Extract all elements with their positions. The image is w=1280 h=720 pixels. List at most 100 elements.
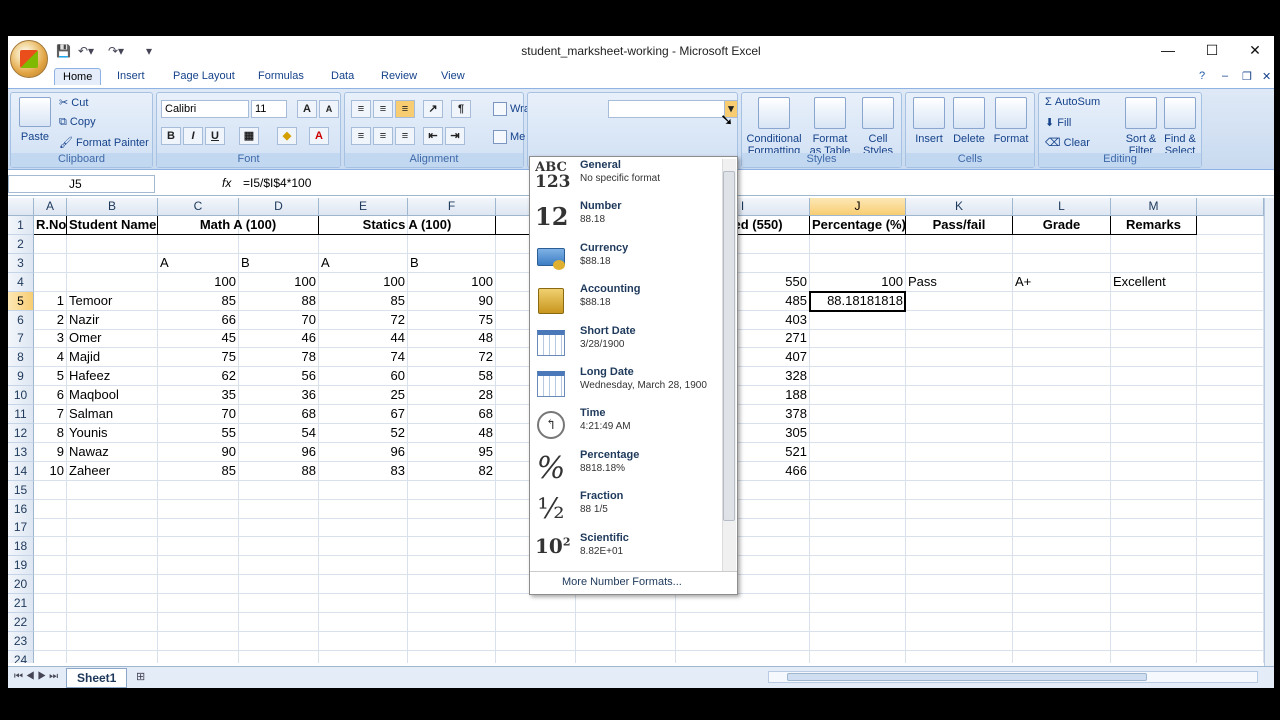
maximize-button[interactable]: ☐ — [1202, 42, 1222, 59]
student-no[interactable]: 3 — [34, 329, 67, 349]
empty-cell[interactable] — [1013, 518, 1111, 538]
percentage[interactable] — [810, 310, 906, 330]
empty-cell[interactable] — [1197, 612, 1264, 632]
empty-cell[interactable] — [158, 537, 239, 557]
empty-cell[interactable] — [34, 594, 67, 613]
empty-cell[interactable] — [319, 499, 408, 519]
empty-cell[interactable] — [1111, 310, 1197, 330]
empty-cell[interactable] — [1111, 650, 1197, 663]
student-name[interactable]: Salman — [67, 405, 158, 424]
empty-cell[interactable] — [158, 556, 239, 576]
percentage[interactable] — [810, 329, 906, 349]
insert-cells-button[interactable]: Insert — [910, 97, 948, 145]
empty-cell[interactable] — [239, 594, 319, 613]
header-statics[interactable]: Statics A (100) — [319, 216, 496, 235]
empty-cell[interactable] — [1197, 348, 1264, 368]
header-student-name[interactable]: Student Name — [67, 216, 158, 235]
empty-cell[interactable] — [1013, 442, 1111, 462]
student-name[interactable]: Omer — [67, 329, 158, 349]
student-name[interactable]: Nawaz — [67, 442, 158, 462]
empty-cell[interactable] — [1111, 367, 1197, 387]
max-marks-e[interactable]: 100 — [319, 272, 408, 292]
mark-e[interactable]: 74 — [319, 348, 408, 368]
criteria-l[interactable]: A+ — [1013, 272, 1111, 292]
empty-cell[interactable] — [1197, 442, 1264, 462]
row-header-1[interactable]: 1 — [8, 216, 34, 235]
subheader-c[interactable]: A — [158, 253, 239, 273]
empty-cell[interactable] — [906, 575, 1013, 595]
empty-cell[interactable] — [408, 650, 496, 663]
bold-button[interactable]: B — [161, 127, 181, 145]
empty-cell[interactable] — [34, 234, 67, 254]
empty-cell[interactable] — [1013, 386, 1111, 406]
empty-cell[interactable] — [319, 556, 408, 576]
increase-indent-icon[interactable]: ⇥ — [445, 127, 465, 145]
align-bottom-icon[interactable]: ≡ — [395, 100, 415, 118]
mark-c[interactable]: 85 — [158, 461, 239, 481]
max-marks-d[interactable]: 100 — [239, 272, 319, 292]
max-marks-c[interactable]: 100 — [158, 272, 239, 292]
empty-cell[interactable] — [906, 480, 1013, 500]
mark-c[interactable]: 35 — [158, 386, 239, 406]
empty-cell[interactable] — [408, 556, 496, 576]
percentage[interactable] — [810, 442, 906, 462]
row-header-6[interactable]: 6 — [8, 310, 34, 330]
font-size-combo[interactable]: 11 — [251, 100, 287, 118]
empty-cell[interactable] — [906, 329, 1013, 349]
empty-cell[interactable] — [67, 575, 158, 595]
empty-cell[interactable] — [1197, 310, 1264, 330]
delete-cells-button[interactable]: Delete — [950, 97, 988, 145]
empty-cell[interactable] — [576, 612, 676, 632]
empty-cell[interactable] — [1111, 423, 1197, 443]
text-direction-icon[interactable]: ¶ — [451, 100, 471, 118]
mark-e[interactable]: 60 — [319, 367, 408, 387]
empty-cell[interactable] — [906, 405, 1013, 424]
empty-cell[interactable] — [408, 234, 496, 254]
paste-button[interactable]: Paste — [17, 97, 53, 143]
percentage[interactable] — [810, 348, 906, 368]
empty-cell[interactable] — [319, 518, 408, 538]
mark-d[interactable]: 96 — [239, 442, 319, 462]
empty-cell[interactable] — [496, 650, 576, 663]
row-header-4[interactable]: 4 — [8, 272, 34, 292]
empty-cell[interactable] — [1111, 612, 1197, 632]
row-header-11[interactable]: 11 — [8, 405, 34, 424]
mark-f[interactable]: 75 — [408, 310, 496, 330]
sort-filter-button[interactable]: Sort & Filter — [1123, 97, 1159, 157]
column-header-m[interactable]: M — [1111, 198, 1197, 216]
format-option-number[interactable]: 12 Number 88.18 — [530, 198, 722, 239]
sheet-nav-icon[interactable]: ⏮ ◀ ▶ ⏭ — [14, 671, 58, 682]
empty-cell[interactable] — [1111, 594, 1197, 613]
column-header-j[interactable]: J — [810, 198, 906, 216]
empty-cell[interactable] — [496, 612, 576, 632]
empty-cell[interactable] — [34, 631, 67, 651]
empty-cell[interactable] — [810, 480, 906, 500]
student-name[interactable]: Majid — [67, 348, 158, 368]
align-right-icon[interactable]: ≡ — [395, 127, 415, 145]
mark-e[interactable]: 72 — [319, 310, 408, 330]
empty-cell[interactable] — [1197, 386, 1264, 406]
row-header-10[interactable]: 10 — [8, 386, 34, 406]
tab-view[interactable]: View — [441, 70, 465, 82]
align-center-icon[interactable]: ≡ — [373, 127, 393, 145]
empty-cell[interactable] — [1013, 631, 1111, 651]
empty-cell[interactable] — [408, 594, 496, 613]
empty-cell[interactable] — [810, 612, 906, 632]
empty-cell[interactable] — [1111, 291, 1197, 311]
cut-button[interactable]: ✂ Cut — [59, 96, 88, 109]
minimize-button[interactable]: — — [1158, 42, 1178, 58]
empty-cell[interactable] — [67, 253, 158, 273]
format-painter-button[interactable]: 🖌 Format Painter — [59, 136, 149, 149]
empty-cell[interactable] — [67, 594, 158, 613]
empty-cell[interactable] — [319, 650, 408, 663]
mark-e[interactable]: 83 — [319, 461, 408, 481]
empty-cell[interactable] — [1013, 405, 1111, 424]
empty-cell[interactable] — [319, 612, 408, 632]
mark-f[interactable]: 90 — [408, 291, 496, 311]
column-header-k[interactable]: K — [906, 198, 1013, 216]
empty-cell[interactable] — [34, 537, 67, 557]
student-no[interactable]: 6 — [34, 386, 67, 406]
empty-cell[interactable] — [676, 650, 810, 663]
empty-cell[interactable] — [906, 594, 1013, 613]
column-header-d[interactable]: D — [239, 198, 319, 216]
